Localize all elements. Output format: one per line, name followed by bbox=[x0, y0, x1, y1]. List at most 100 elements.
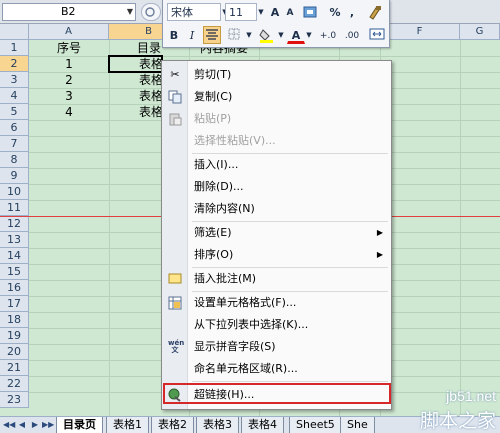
row-header[interactable]: 9 bbox=[0, 168, 29, 184]
align-center-icon[interactable] bbox=[203, 26, 221, 44]
menu-item-format-cells[interactable]: 设置单元格格式(F)... bbox=[162, 292, 391, 314]
row-header[interactable]: 17 bbox=[0, 296, 29, 312]
increase-decimal-button[interactable]: +.0 bbox=[317, 26, 339, 44]
cell-a4[interactable]: 3 bbox=[29, 88, 109, 104]
bold-button[interactable]: B bbox=[166, 26, 182, 44]
merge-cells-icon[interactable] bbox=[367, 26, 387, 44]
menu-item-clear-contents[interactable]: 清除内容(N) bbox=[162, 198, 391, 220]
name-box[interactable]: B2 bbox=[2, 3, 136, 21]
row-header[interactable]: 8 bbox=[0, 152, 29, 168]
column-header-g[interactable]: G bbox=[460, 24, 500, 40]
font-color-button[interactable]: A bbox=[287, 26, 305, 44]
row-header[interactable]: 12 bbox=[0, 216, 29, 232]
font-name-box[interactable]: 宋体 bbox=[167, 3, 221, 21]
cell-a1[interactable]: 序号 bbox=[29, 40, 109, 56]
zoom-icon[interactable] bbox=[141, 3, 161, 21]
scissors-icon: ✂ bbox=[170, 68, 180, 81]
format-painter-icon[interactable] bbox=[365, 3, 385, 21]
menu-item-label: 选择性粘贴(V)... bbox=[194, 134, 276, 147]
italic-button[interactable]: I bbox=[184, 26, 200, 44]
row-header[interactable]: 20 bbox=[0, 344, 29, 360]
context-menu: ✂ 剪切(T) 复制(C) 粘贴(P) 选择性粘贴(V)... 插入(I)...… bbox=[161, 60, 392, 410]
menu-item-label: 筛选(E) bbox=[194, 226, 232, 239]
menu-item-sort[interactable]: 排序(O) ▶ bbox=[162, 244, 391, 266]
menu-item-phonetic[interactable]: wén 文 显示拼音字段(S) bbox=[162, 336, 391, 358]
row-header[interactable]: 18 bbox=[0, 312, 29, 328]
menu-item-pick-from-list[interactable]: 从下拉列表中选择(K)... bbox=[162, 314, 391, 336]
row-header[interactable]: 10 bbox=[0, 184, 29, 200]
menu-separator bbox=[192, 381, 388, 382]
row-header[interactable]: 7 bbox=[0, 136, 29, 152]
menu-item-label: 排序(O) bbox=[194, 248, 234, 261]
highlight-annotation bbox=[163, 383, 391, 404]
menu-item-cut[interactable]: ✂ 剪切(T) bbox=[162, 64, 391, 86]
row-header[interactable]: 2 bbox=[0, 56, 29, 72]
column-header-f[interactable]: F bbox=[380, 24, 460, 40]
menu-item-label: 设置单元格格式(F)... bbox=[194, 296, 297, 309]
font-size-box[interactable]: 11 bbox=[225, 3, 257, 21]
sheet-tab[interactable]: 表格4 bbox=[241, 417, 284, 433]
cell-a5[interactable]: 4 bbox=[29, 104, 109, 120]
chevron-down-icon[interactable]: ▼ bbox=[124, 3, 136, 21]
sheet-tab[interactable]: 表格1 bbox=[106, 417, 149, 433]
row-header[interactable]: 1 bbox=[0, 40, 29, 56]
percent-button[interactable]: % bbox=[327, 3, 343, 21]
row-header[interactable]: 19 bbox=[0, 328, 29, 344]
chevron-down-icon[interactable]: ▼ bbox=[257, 3, 265, 21]
last-sheet-icon[interactable]: ▶▶ bbox=[42, 419, 54, 431]
row-header[interactable]: 15 bbox=[0, 264, 29, 280]
row-header[interactable]: 23 bbox=[0, 392, 29, 408]
row-header[interactable]: 6 bbox=[0, 120, 29, 136]
cell-a3[interactable]: 2 bbox=[29, 72, 109, 88]
paste-icon bbox=[168, 112, 182, 126]
menu-item-paste-special[interactable]: 选择性粘贴(V)... bbox=[162, 130, 391, 152]
cell-a2[interactable]: 1 bbox=[29, 56, 109, 72]
watermark-url: jb51.net bbox=[446, 388, 496, 404]
column-header-a[interactable]: A bbox=[29, 24, 109, 40]
sheet-tab[interactable]: 表格3 bbox=[196, 417, 239, 433]
row-header[interactable]: 16 bbox=[0, 280, 29, 296]
menu-item-insert-comment[interactable]: 插入批注(M) bbox=[162, 268, 391, 290]
row-header[interactable]: 11 bbox=[0, 200, 29, 216]
menu-item-filter[interactable]: 筛选(E) ▶ bbox=[162, 222, 391, 244]
fill-color-icon[interactable] bbox=[257, 26, 277, 44]
next-sheet-icon[interactable]: ▶ bbox=[30, 419, 40, 431]
format-style-icon[interactable] bbox=[301, 3, 323, 21]
row-header[interactable]: 22 bbox=[0, 376, 29, 392]
sheet-tab[interactable]: 表格2 bbox=[151, 417, 194, 433]
watermark-name: 脚本之家 bbox=[419, 410, 496, 432]
sheet-tab[interactable]: She bbox=[340, 417, 375, 433]
shrink-font-button[interactable]: A bbox=[283, 3, 297, 21]
decrease-decimal-button[interactable]: .00 bbox=[341, 26, 363, 44]
watermark: jb51.net 脚本之家 bbox=[400, 388, 500, 433]
row-header[interactable]: 5 bbox=[0, 104, 29, 120]
sheet-tab[interactable]: Sheet5 bbox=[289, 417, 342, 433]
menu-item-insert[interactable]: 插入(I)... bbox=[162, 154, 391, 176]
mini-toolbar: 宋体 ▼ 11 ▼ A A % , B I ▼ ▼ A ▼ +.0 .00 bbox=[162, 0, 390, 48]
menu-item-define-name[interactable]: 命名单元格区域(R)... bbox=[162, 358, 391, 380]
gridline bbox=[460, 40, 461, 416]
prev-sheet-icon[interactable]: ◀ bbox=[17, 419, 27, 431]
select-all-corner[interactable] bbox=[0, 24, 29, 40]
chevron-down-icon[interactable]: ▼ bbox=[245, 26, 253, 44]
menu-item-label: 清除内容(N) bbox=[194, 202, 255, 215]
grow-font-button[interactable]: A bbox=[267, 3, 283, 21]
active-cell-cursor[interactable] bbox=[108, 55, 163, 73]
first-sheet-icon[interactable]: ◀◀ bbox=[3, 419, 15, 431]
row-header[interactable]: 4 bbox=[0, 88, 29, 104]
menu-item-delete[interactable]: 删除(D)... bbox=[162, 176, 391, 198]
row-header[interactable]: 14 bbox=[0, 248, 29, 264]
sheet-tab[interactable]: 目录页 bbox=[56, 417, 103, 433]
row-header[interactable]: 13 bbox=[0, 232, 29, 248]
menu-item-label: 从下拉列表中选择(K)... bbox=[194, 318, 309, 331]
menu-item-copy[interactable]: 复制(C) bbox=[162, 86, 391, 108]
menu-item-label: 删除(D)... bbox=[194, 180, 244, 193]
chevron-down-icon[interactable]: ▼ bbox=[305, 26, 313, 44]
format-cells-icon bbox=[168, 296, 182, 310]
menu-item-paste[interactable]: 粘贴(P) bbox=[162, 108, 391, 130]
borders-icon[interactable] bbox=[225, 26, 245, 44]
row-header[interactable]: 3 bbox=[0, 72, 29, 88]
chevron-down-icon[interactable]: ▼ bbox=[277, 26, 285, 44]
row-header[interactable]: 21 bbox=[0, 360, 29, 376]
comma-button[interactable]: , bbox=[345, 3, 359, 21]
